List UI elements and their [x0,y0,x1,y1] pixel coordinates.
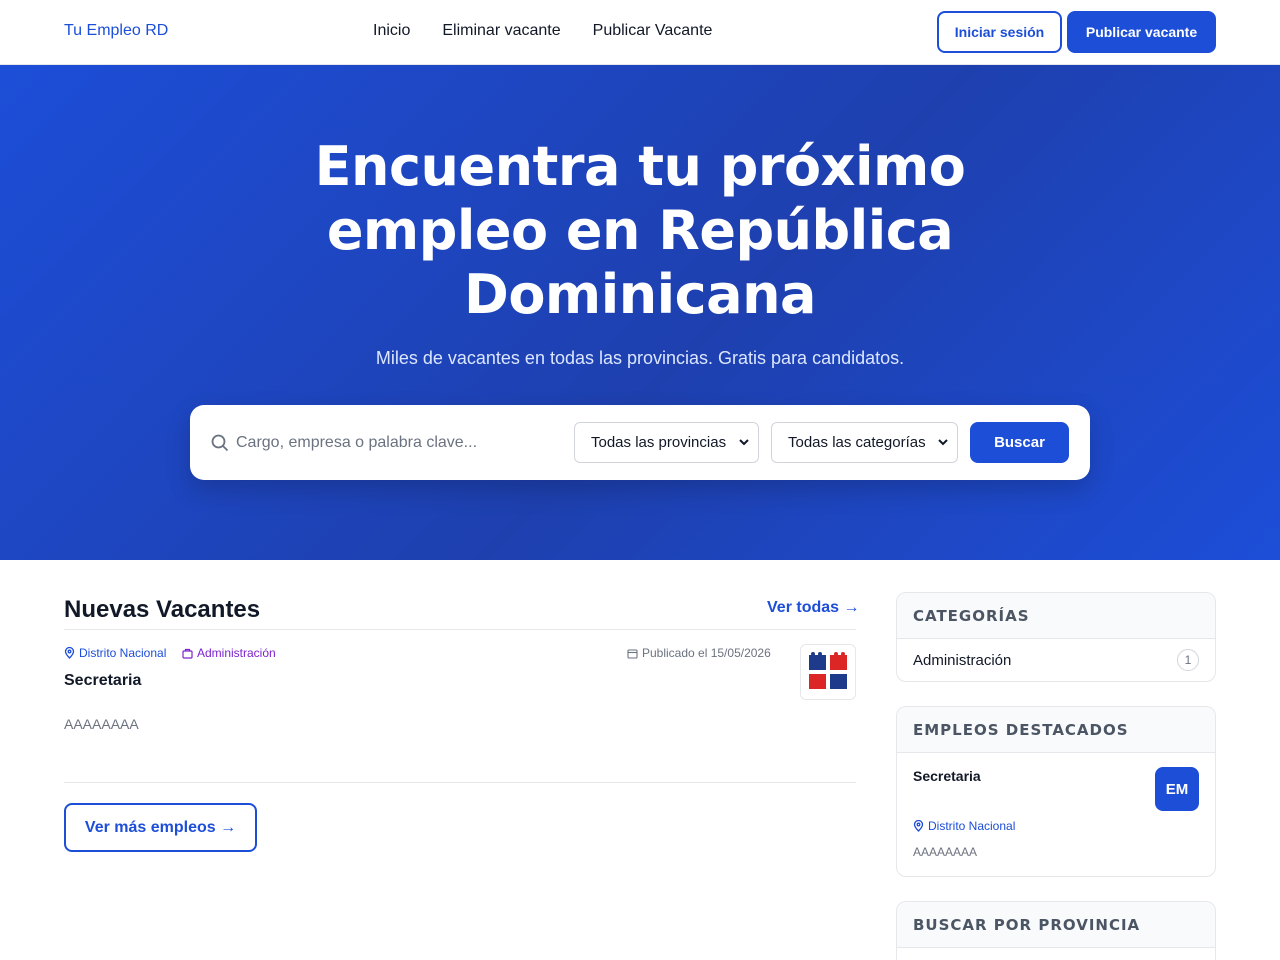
section-title: Nuevas Vacantes [64,596,261,623]
job-location-text: Distrito Nacional [79,646,167,660]
calendar-icon [627,648,638,659]
job-date: Publicado el 15/05/2026 [627,646,771,660]
job-description: AAAAAAAA [64,716,139,732]
hero-title-line-2: empleo en República [326,199,954,262]
hero-section: Encuentra tu próximo empleo en República… [0,65,1280,560]
divider [64,782,856,783]
top-navbar: Tu Empleo RD Inicio Eliminar vacante Pub… [0,0,1280,65]
map-pin-icon [64,647,75,659]
nav-item-inicio[interactable]: Inicio [373,22,410,40]
job-location: Distrito Nacional [64,646,166,660]
briefcase-icon [182,648,193,659]
job-date-text: Publicado el 15/05/2026 [642,646,771,660]
brand-logo-text[interactable]: Tu Empleo RD [64,22,168,40]
nav-item-eliminar-vacante[interactable]: Eliminar vacante [442,22,560,40]
search-bar: Todas las provincias Todas las categoría… [190,405,1090,480]
post-job-button[interactable]: Publicar vacante [1067,11,1216,53]
hero-title: Encuentra tu próximo empleo en República… [290,135,990,327]
hero-subtitle: Miles de vacantes en todas las provincia… [375,348,905,368]
category-item[interactable]: Administración 1 [897,639,1215,681]
search-icon [211,434,229,452]
featured-jobs-card: EMPLEOS DESTACADOS Secretaria EM Distrit… [896,706,1216,877]
hero-title-line-3: Dominicana [464,263,817,326]
main-nav: Inicio Eliminar vacante Publicar Vacante [373,22,712,40]
featured-job-location-text: Distrito Nacional [928,819,1016,833]
province-select[interactable]: Todas las provincias [574,422,759,463]
category-count-badge: 1 [1177,649,1199,671]
chevron-down-icon [938,439,948,446]
featured-job-description: AAAAAAAA [913,845,978,859]
province-select-value: Todas las provincias [591,434,727,451]
map-pin-icon [913,820,924,832]
see-all-link[interactable]: Ver todas → [767,599,859,617]
divider [64,629,856,630]
featured-job-location: Distrito Nacional [913,819,1015,833]
featured-heading: EMPLEOS DESTACADOS [897,707,1215,753]
chevron-down-icon [739,439,749,446]
company-avatar: EM [1155,767,1199,811]
province-search-card: BUSCAR POR PROVINCIA [896,901,1216,960]
company-logo [800,644,856,700]
job-title[interactable]: Secretaria [64,672,141,690]
province-heading: BUSCAR POR PROVINCIA [897,902,1215,948]
search-input[interactable] [236,427,556,459]
categories-card: CATEGORÍAS Administración 1 [896,592,1216,682]
search-button[interactable]: Buscar [970,422,1069,463]
login-button[interactable]: Iniciar sesión [937,11,1062,53]
job-category-text: Administración [197,646,276,660]
category-select[interactable]: Todas las categorías [771,422,958,463]
more-jobs-button[interactable]: Ver más empleos → [64,803,257,852]
nav-item-publicar-vacante[interactable]: Publicar Vacante [593,22,713,40]
featured-job-title[interactable]: Secretaria [913,768,981,784]
hero-title-line-1: Encuentra tu próximo [314,135,966,198]
company-logo-image [809,652,847,689]
category-item-label: Administración [913,652,1012,669]
categories-heading: CATEGORÍAS [897,593,1215,639]
job-category: Administración [182,646,276,660]
category-select-value: Todas las categorías [788,434,926,451]
